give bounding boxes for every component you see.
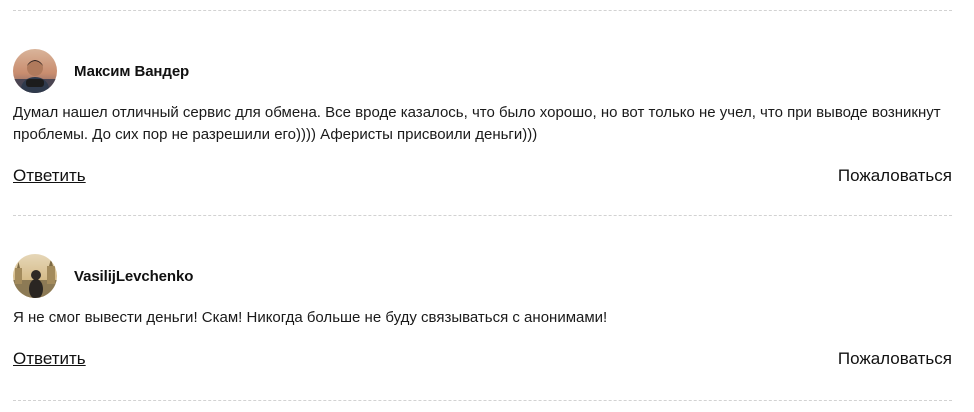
comment-item: Максим Вандер Думал нашел отличный серви…	[13, 49, 952, 188]
comment-actions: Ответить Пожаловаться	[13, 166, 952, 188]
comment-actions: Ответить Пожаловаться	[13, 349, 952, 371]
comment-header: Максим Вандер	[13, 49, 952, 93]
comment-author: VasilijLevchenko	[74, 267, 194, 285]
comment-author: Максим Вандер	[74, 62, 190, 80]
comment-divider	[13, 215, 952, 216]
reply-link[interactable]: Ответить	[13, 166, 86, 186]
comment-divider	[13, 400, 952, 401]
comment-text: Думал нашел отличный сервис для обмена. …	[13, 104, 941, 143]
report-link[interactable]: Пожаловаться	[838, 166, 952, 186]
report-link[interactable]: Пожаловаться	[838, 349, 952, 369]
avatar[interactable]	[13, 254, 57, 298]
comment-item: VasilijLevchenko Я не смог вывести деньг…	[13, 254, 952, 371]
user-photo-icon	[13, 49, 57, 93]
comment-header: VasilijLevchenko	[13, 254, 952, 298]
comment-divider	[13, 10, 952, 11]
avatar[interactable]	[13, 49, 57, 93]
comment-text: Я не смог вывести деньги! Скам! Никогда …	[13, 309, 608, 326]
comments-list: Максим Вандер Думал нашел отличный серви…	[0, 0, 974, 412]
reply-link[interactable]: Ответить	[13, 349, 86, 369]
user-photo-icon	[13, 254, 57, 298]
